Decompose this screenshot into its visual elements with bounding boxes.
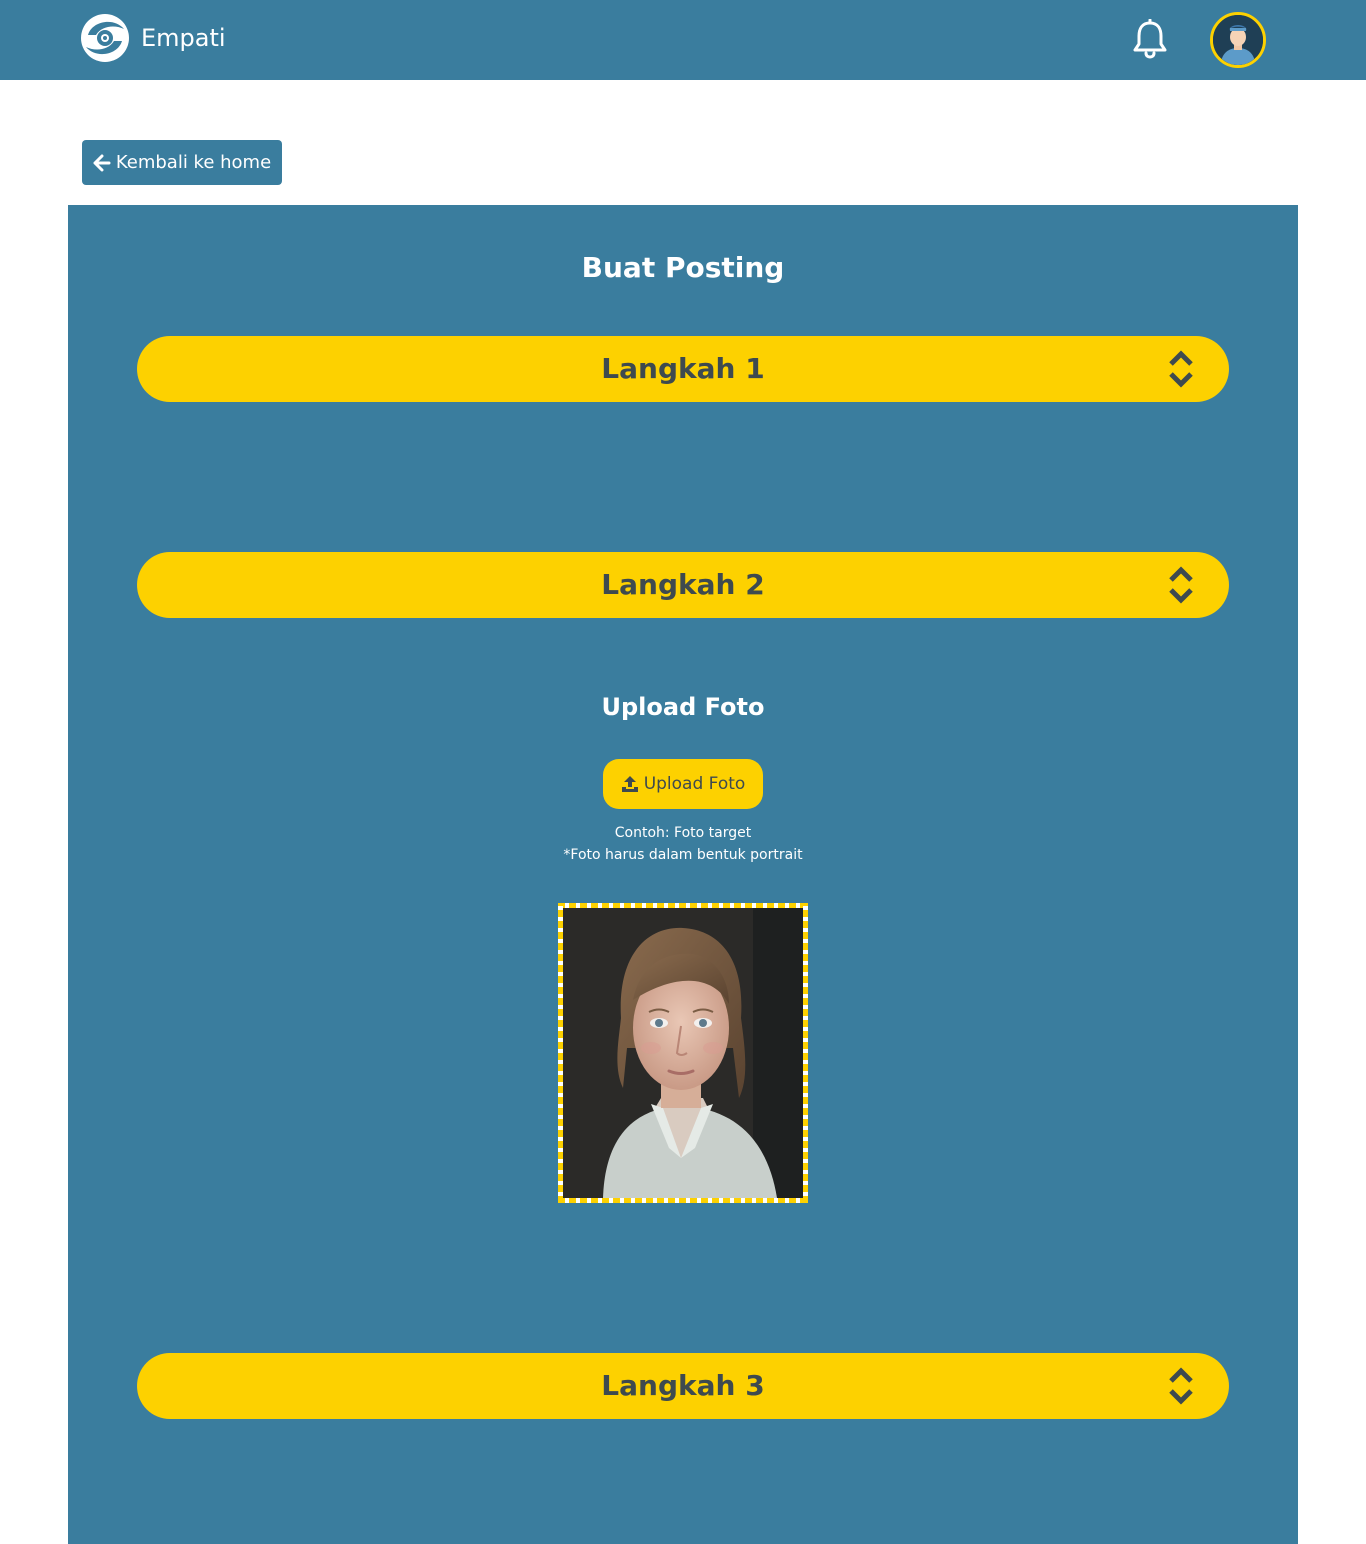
sort-chevrons-icon	[1169, 1367, 1193, 1405]
bell-icon[interactable]	[1131, 19, 1169, 59]
upload-button-label: Upload Foto	[643, 774, 746, 794]
upload-hint-example: Contoh: Foto target	[614, 825, 752, 841]
portrait-photo-example	[563, 908, 803, 1198]
user-avatar-icon	[1213, 15, 1263, 65]
upload-icon	[621, 776, 638, 792]
step-label: Langkah 3	[601, 1369, 765, 1402]
empati-logo-icon	[81, 14, 129, 62]
top-navbar: Empati	[0, 0, 1366, 80]
step-1-accordion[interactable]: Langkah 1	[137, 336, 1229, 402]
arrow-left-icon	[93, 154, 111, 171]
upload-photo-title: Upload Foto	[601, 693, 765, 721]
photo-preview-frame	[558, 903, 808, 1203]
brand-name: Empati	[141, 24, 226, 52]
brand[interactable]: Empati	[80, 13, 226, 63]
step-label: Langkah 2	[601, 568, 765, 601]
step-2-accordion[interactable]: Langkah 2	[137, 552, 1229, 618]
create-post-panel: Buat Posting Langkah 1 Langkah 2 Upload …	[68, 205, 1298, 1544]
back-to-home-button[interactable]: Kembali ke home	[82, 140, 282, 185]
portrait-illustration	[563, 908, 803, 1198]
user-avatar[interactable]	[1210, 12, 1266, 68]
upload-photo-button[interactable]: Upload Foto	[603, 759, 763, 809]
step-label: Langkah 1	[601, 352, 765, 385]
sort-chevrons-icon	[1169, 566, 1193, 604]
upload-hint-portrait: *Foto harus dalam bentuk portrait	[563, 847, 803, 863]
sort-chevrons-icon	[1169, 350, 1193, 388]
page-title: Buat Posting	[581, 251, 785, 284]
step-3-accordion[interactable]: Langkah 3	[137, 1353, 1229, 1419]
back-button-label: Kembali ke home	[115, 152, 272, 173]
